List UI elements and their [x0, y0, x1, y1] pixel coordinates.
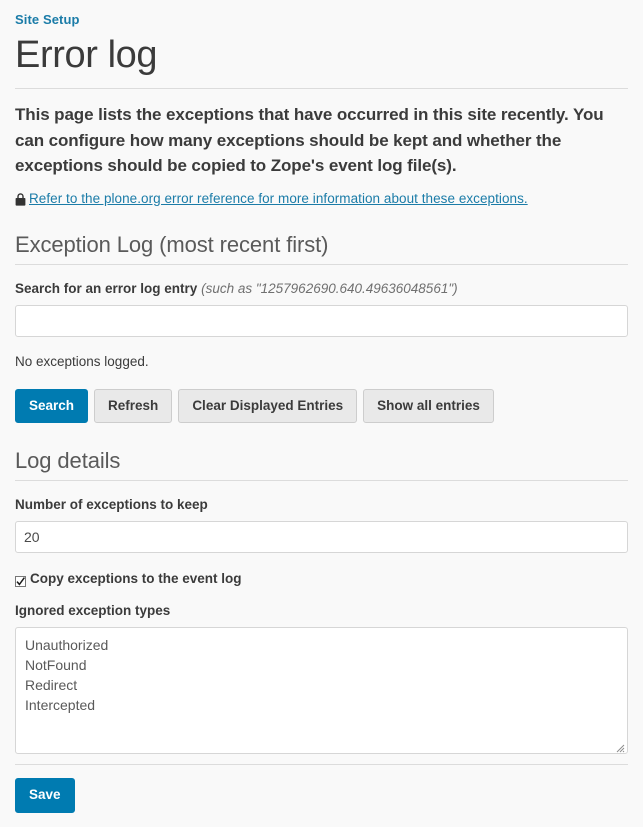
- clear-displayed-entries-button[interactable]: Clear Displayed Entries: [178, 389, 357, 424]
- ignored-exception-types-group: Ignored exception types Unauthorized Not…: [15, 602, 628, 754]
- ignored-exception-types-wrapper: Unauthorized NotFound Redirect Intercept…: [15, 627, 628, 754]
- refresh-button[interactable]: Refresh: [94, 389, 172, 424]
- search-label: Search for an error log entry (such as "…: [15, 280, 628, 297]
- reference-link-row: Refer to the plone.org error reference f…: [15, 191, 628, 207]
- exception-log-divider: [15, 264, 628, 265]
- search-button[interactable]: Search: [15, 389, 88, 424]
- plone-error-reference-link[interactable]: Refer to the plone.org error reference f…: [29, 191, 528, 207]
- lock-icon: [15, 193, 26, 206]
- search-label-text: Search for an error log entry: [15, 281, 197, 296]
- save-button-row: Save: [15, 778, 628, 813]
- intro-paragraph: This page lists the exceptions that have…: [15, 102, 628, 179]
- copy-to-event-log-row[interactable]: Copy exceptions to the event log: [15, 570, 628, 587]
- no-exceptions-message: No exceptions logged.: [15, 353, 628, 370]
- breadcrumb-site-setup[interactable]: Site Setup: [15, 0, 628, 28]
- exceptions-to-keep-input[interactable]: [15, 521, 628, 553]
- log-details-heading: Log details: [15, 447, 628, 474]
- search-hint: (such as "1257962690.640.49636048561"): [201, 281, 458, 296]
- save-button[interactable]: Save: [15, 778, 75, 813]
- exceptions-to-keep-group: Number of exceptions to keep: [15, 496, 628, 553]
- title-divider: [15, 88, 628, 89]
- error-log-page: Site Setup Error log This page lists the…: [0, 0, 643, 827]
- copy-to-event-log-checkbox[interactable]: [15, 574, 26, 585]
- search-input[interactable]: [15, 305, 628, 337]
- exception-log-heading: Exception Log (most recent first): [15, 231, 628, 258]
- exceptions-to-keep-label: Number of exceptions to keep: [15, 496, 628, 513]
- exception-log-button-bar: Search Refresh Clear Displayed Entries S…: [15, 389, 628, 424]
- log-details-divider: [15, 480, 628, 481]
- page-title: Error log: [15, 32, 628, 78]
- search-field-group: Search for an error log entry (such as "…: [15, 280, 628, 337]
- show-all-entries-button[interactable]: Show all entries: [363, 389, 494, 424]
- save-divider: [15, 764, 628, 765]
- ignored-exception-types-label: Ignored exception types: [15, 602, 628, 619]
- ignored-exception-types-textarea[interactable]: Unauthorized NotFound Redirect Intercept…: [15, 627, 628, 754]
- copy-to-event-log-label: Copy exceptions to the event log: [30, 570, 242, 587]
